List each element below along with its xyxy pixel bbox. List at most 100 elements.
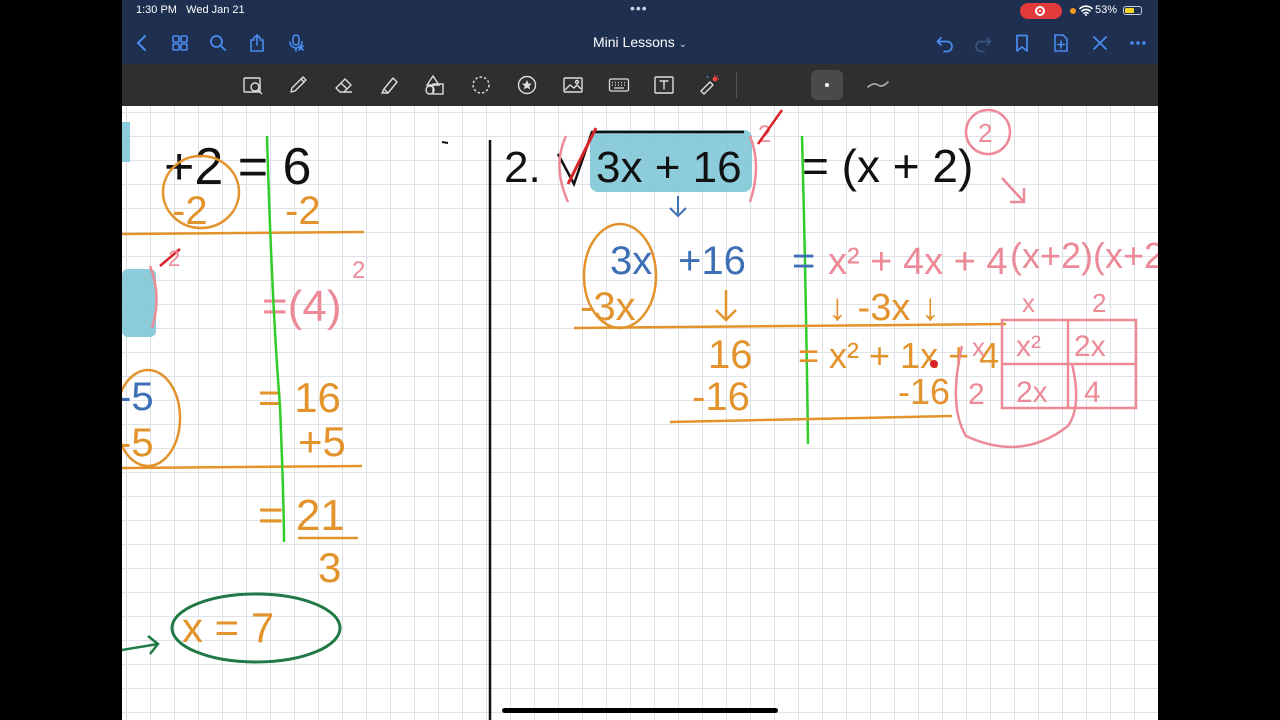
star-icon — [517, 75, 537, 95]
box-cell-4: 4 — [1084, 376, 1101, 409]
pink-arrow — [1001, 177, 1026, 204]
undo-button[interactable] — [933, 31, 957, 55]
drawing-toolbar — [122, 64, 1158, 106]
image-tool[interactable] — [560, 72, 586, 98]
add-page-icon — [1054, 34, 1068, 52]
lasso-tool[interactable] — [468, 72, 494, 98]
factored-form: (x+2)(x+2) — [1010, 235, 1158, 276]
screen-recording-indicator[interactable] — [1020, 3, 1062, 19]
keyboard-tool[interactable] — [606, 72, 632, 98]
left-rhs3a: = 16 — [258, 374, 341, 421]
left-rhs4: = 21 — [258, 491, 345, 540]
bookmark-icon — [1016, 34, 1028, 52]
lasso-icon — [472, 76, 490, 94]
left-rhs4b: 3 — [318, 544, 341, 591]
chevron-down-icon: ⌄ — [678, 39, 687, 50]
dot-icon — [825, 83, 829, 87]
redo-icon — [975, 37, 992, 53]
box-cell-2x-bottom: 2x — [1016, 376, 1048, 409]
laser-pointer-tool[interactable] — [696, 72, 722, 98]
left-green-divider — [265, 135, 286, 543]
more-button[interactable] — [1126, 31, 1150, 55]
navigation-bar: Mini Lessons ⌄ — [122, 22, 1158, 64]
bookmark-button[interactable] — [1010, 31, 1034, 55]
row4-rhs: -16 — [898, 371, 950, 412]
redo-button[interactable] — [971, 31, 995, 55]
stroke-style-option[interactable] — [862, 70, 894, 100]
sticker-tool[interactable] — [514, 72, 540, 98]
stray-mark — [441, 141, 449, 144]
handwritten-work[interactable]: +2 = 6 -2 -2 2 =(4) 2 -5 -5 = 16 +5 = 21… — [122, 106, 1158, 720]
add-page-button[interactable] — [1049, 31, 1073, 55]
left-underline2 — [122, 464, 363, 470]
record-icon — [1035, 6, 1045, 16]
stroke-size-selected[interactable] — [811, 70, 843, 100]
left-rhs3b: +5 — [298, 418, 346, 465]
left-lhs3a: -5 — [122, 375, 154, 419]
close-icon — [1093, 36, 1107, 50]
toolbar-divider — [736, 72, 737, 98]
document-title[interactable]: Mini Lessons ⌄ — [122, 34, 1158, 50]
subtract-rhs: ↓ -3x ↓ — [828, 287, 940, 329]
zoom-window-icon — [243, 77, 263, 95]
multitask-dots[interactable]: ••• — [630, 0, 648, 16]
left-lhs3b: -5 — [122, 421, 154, 465]
home-indicator[interactable] — [502, 708, 778, 713]
left-sub1b: -2 — [285, 189, 321, 233]
left-answer: x = 7 — [182, 604, 274, 651]
box-top-2: 2 — [1092, 288, 1106, 318]
box-side-x: x — [972, 332, 985, 362]
right-underline1 — [573, 322, 1007, 330]
ipad-screen: 1:30 PM Wed Jan 21 ••• 53% Mini Lessons … — [122, 0, 1158, 720]
laser-pointer-icon — [700, 75, 719, 95]
shapes-tool[interactable] — [422, 72, 448, 98]
row3-rhs: = x² + 1x + 4 — [798, 335, 999, 376]
battery-percent: 53% — [1095, 4, 1118, 16]
left-sub1: -2 — [172, 189, 208, 233]
row2-lhs-a: 3x — [610, 239, 652, 283]
answer-arrow — [122, 635, 160, 655]
highlight-left-top — [122, 122, 130, 162]
box-cell-2x-top: 2x — [1074, 330, 1106, 363]
pen-icon — [290, 76, 307, 93]
text-box-icon — [654, 76, 674, 94]
row4-lhs: -16 — [692, 375, 750, 419]
row3-lhs: 16 — [708, 333, 753, 377]
rhs-expression: = (x + 2) — [802, 140, 973, 192]
svg-text:2: 2 — [168, 246, 180, 271]
image-icon — [563, 77, 583, 93]
radicand: 3x + 16 — [596, 143, 742, 192]
lasso-zoom-tool[interactable] — [240, 72, 266, 98]
highlight-left-root — [122, 269, 156, 337]
row2-lhs-b: +16 — [678, 239, 746, 283]
row2-eq: = — [792, 239, 815, 283]
highlighter-tool[interactable] — [377, 72, 403, 98]
box-cell-x2: x² — [1016, 330, 1041, 363]
microphone-indicator — [1070, 8, 1076, 14]
more-icon — [1130, 41, 1146, 45]
status-bar: 1:30 PM Wed Jan 21 ••• 53% — [122, 0, 1158, 22]
left-exp2: 2 — [352, 257, 365, 284]
subtract-lhs: -3x — [580, 285, 636, 329]
box-top-x: x — [1022, 288, 1035, 318]
wifi-icon — [1079, 5, 1093, 16]
problem-number: 2. — [504, 143, 541, 192]
eraser-tool[interactable] — [331, 72, 357, 98]
undo-icon — [936, 37, 953, 53]
square-exponent: 2 — [978, 118, 992, 148]
left-underline1 — [122, 230, 365, 236]
eraser-icon — [335, 78, 352, 93]
laser-dot — [930, 360, 938, 368]
battery-icon — [1123, 6, 1142, 15]
box-side-2: 2 — [968, 378, 985, 411]
row2-rhs: x² + 4x + 4 — [828, 241, 1008, 283]
down-arrow-blue — [669, 196, 687, 218]
keyboard-icon — [608, 78, 630, 92]
shapes-icon — [425, 74, 444, 95]
status-time: 1:30 PM Wed Jan 21 — [136, 4, 245, 16]
highlighter-icon — [381, 77, 398, 94]
pen-tool[interactable] — [285, 72, 311, 98]
close-button[interactable] — [1088, 31, 1112, 55]
stroke-curve-icon — [867, 81, 889, 88]
text-tool[interactable] — [651, 72, 677, 98]
